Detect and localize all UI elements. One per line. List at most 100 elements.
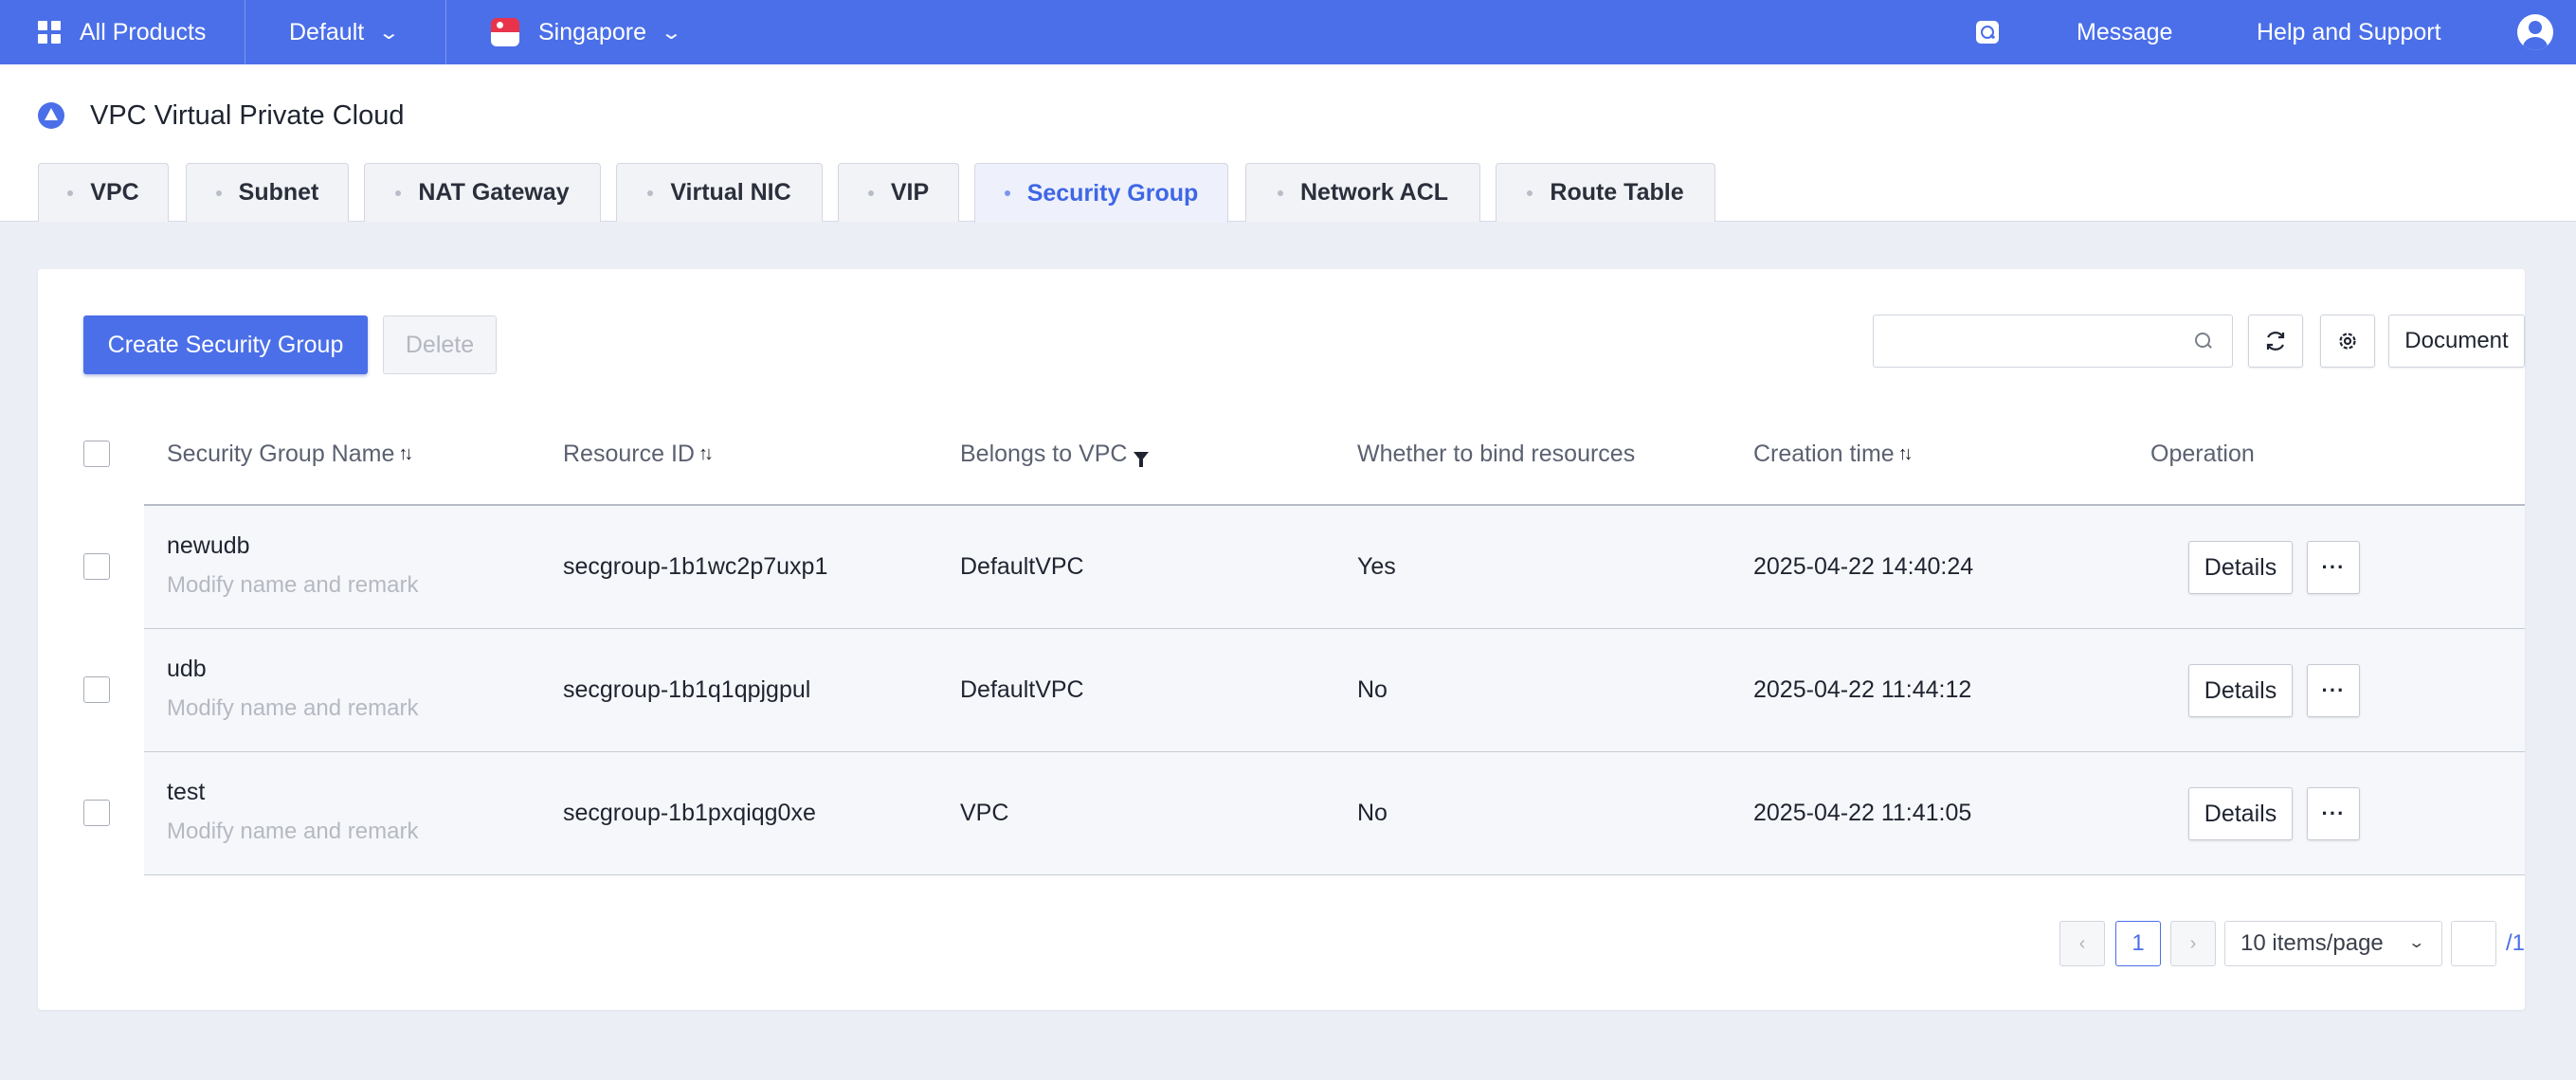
- page-size-select[interactable]: 10 items/page ⌄: [2224, 921, 2442, 966]
- page-title: VPC Virtual Private Cloud: [90, 100, 405, 131]
- tab-security-group[interactable]: Security Group: [974, 163, 1228, 223]
- row-checkbox[interactable]: [83, 553, 110, 580]
- tab-subnet[interactable]: Subnet: [186, 163, 349, 222]
- column-header-resource-id[interactable]: Resource ID ↑↓: [563, 441, 714, 468]
- resource-id: secgroup-1b1q1qpjgpul: [563, 676, 811, 703]
- table-row: newudb Modify name and remark secgroup-1…: [144, 506, 2525, 629]
- resource-id: secgroup-1b1pxqiqg0xe: [563, 800, 816, 826]
- refresh-button[interactable]: [2248, 315, 2303, 368]
- chevron-down-icon: ⌄: [377, 22, 401, 44]
- tab-nat-gateway[interactable]: NAT Gateway: [364, 163, 601, 222]
- select-all-checkbox[interactable]: [83, 441, 110, 467]
- more-options-button[interactable]: ···: [2307, 664, 2360, 717]
- sort-icon[interactable]: ↑↓: [398, 443, 413, 465]
- modify-name-remark-link[interactable]: Modify name and remark: [167, 695, 418, 722]
- resource-id: secgroup-1b1wc2p7uxp1: [563, 553, 828, 580]
- tab-label: VPC: [90, 179, 139, 206]
- details-button[interactable]: Details: [2188, 787, 2293, 840]
- previous-page-button[interactable]: ‹: [2059, 921, 2105, 966]
- ellipsis-icon: ···: [2321, 555, 2346, 579]
- tab-label: Network ACL: [1299, 179, 1449, 206]
- region-label: Singapore: [538, 18, 646, 45]
- tab-vpc[interactable]: VPC: [38, 163, 169, 222]
- row-checkbox[interactable]: [83, 800, 110, 826]
- all-products-menu[interactable]: All Products: [38, 0, 206, 64]
- sort-icon[interactable]: ↑↓: [698, 443, 714, 465]
- global-search-button[interactable]: [1976, 0, 1999, 64]
- search-icon[interactable]: [2195, 333, 2212, 350]
- next-page-button[interactable]: ›: [2170, 921, 2216, 966]
- message-label: Message: [2077, 18, 2173, 45]
- page-number-label: 1: [2132, 930, 2145, 956]
- tab-virtual-nic[interactable]: Virtual NIC: [616, 163, 823, 222]
- row-checkbox[interactable]: [83, 676, 110, 703]
- help-label: Help and Support: [2257, 18, 2441, 45]
- sort-icon[interactable]: ↑↓: [1898, 443, 1914, 465]
- vpc-name: VPC: [960, 800, 1009, 826]
- page-jump-input[interactable]: [2451, 921, 2496, 966]
- tab-label: NAT Gateway: [418, 179, 570, 206]
- project-label: Default: [289, 18, 365, 45]
- topbar-divider: [445, 0, 446, 64]
- bind-status: Yes: [1357, 553, 1396, 580]
- tab-route-table[interactable]: Route Table: [1496, 163, 1715, 222]
- tab-vip[interactable]: VIP: [838, 163, 959, 222]
- total-pages: /1: [2506, 930, 2526, 956]
- security-group-name[interactable]: newudb: [167, 532, 250, 560]
- avatar-icon: [2517, 14, 2553, 50]
- security-group-panel: Create Security Group Delete Document Se…: [38, 269, 2525, 1010]
- details-button[interactable]: Details: [2188, 541, 2293, 594]
- security-group-name[interactable]: udb: [167, 656, 207, 683]
- chevron-down-icon: ⌄: [2406, 935, 2425, 951]
- tab-label: Security Group: [1026, 179, 1199, 207]
- project-selector[interactable]: Default ⌄: [289, 0, 401, 64]
- tab-dot-icon: [1004, 190, 1010, 196]
- page-number-button[interactable]: 1: [2115, 921, 2161, 966]
- top-navigation-bar: All Products Default ⌄ Singapore ⌄ Messa…: [0, 0, 2576, 64]
- chevron-left-icon: ‹: [2078, 932, 2086, 954]
- help-support-link[interactable]: Help and Support: [2257, 0, 2441, 64]
- table-row: test Modify name and remark secgroup-1b1…: [144, 752, 2525, 875]
- table-row: udb Modify name and remark secgroup-1b1q…: [144, 629, 2525, 752]
- creation-time: 2025-04-22 14:40:24: [1753, 553, 1974, 580]
- column-header-created[interactable]: Creation time ↑↓: [1753, 441, 1914, 468]
- tab-dot-icon: [867, 189, 874, 196]
- ellipsis-icon: ···: [2321, 801, 2346, 825]
- tab-label: Virtual NIC: [670, 179, 791, 206]
- tab-label: VIP: [890, 179, 930, 206]
- tab-dot-icon: [1527, 189, 1533, 196]
- creation-time: 2025-04-22 11:44:12: [1753, 676, 1972, 703]
- vpc-product-icon: [38, 102, 64, 129]
- column-header-label: Creation time: [1753, 441, 1895, 467]
- modify-name-remark-link[interactable]: Modify name and remark: [167, 819, 418, 845]
- tab-dot-icon: [67, 189, 74, 196]
- column-header-bind: Whether to bind resources: [1357, 441, 1635, 468]
- delete-button[interactable]: Delete: [383, 315, 497, 374]
- settings-button[interactable]: [2320, 315, 2375, 368]
- page-header: VPC Virtual Private Cloud VPC Subnet NAT…: [0, 64, 2576, 223]
- user-avatar-button[interactable]: [2517, 0, 2553, 64]
- message-link[interactable]: Message: [2077, 0, 2172, 64]
- document-button[interactable]: Document: [2388, 315, 2525, 368]
- region-selector[interactable]: Singapore ⌄: [491, 0, 682, 64]
- column-header-name[interactable]: Security Group Name ↑↓: [167, 441, 413, 468]
- tab-dot-icon: [647, 189, 654, 196]
- more-options-button[interactable]: ···: [2307, 787, 2360, 840]
- search-input[interactable]: [1873, 315, 2233, 368]
- column-header-label: Security Group Name: [167, 441, 395, 467]
- filter-icon[interactable]: [1133, 451, 1149, 467]
- details-button[interactable]: Details: [2188, 664, 2293, 717]
- more-options-button[interactable]: ···: [2307, 541, 2360, 594]
- tab-label: Route Table: [1550, 179, 1684, 206]
- vpc-name: DefaultVPC: [960, 676, 1084, 703]
- modify-name-remark-link[interactable]: Modify name and remark: [167, 572, 418, 599]
- tab-dot-icon: [215, 189, 222, 196]
- tab-network-acl[interactable]: Network ACL: [1245, 163, 1480, 222]
- tab-label: Subnet: [238, 179, 319, 206]
- column-header-operation: Operation: [2150, 441, 2255, 468]
- create-security-group-button[interactable]: Create Security Group: [83, 315, 368, 374]
- security-group-name[interactable]: test: [167, 779, 205, 806]
- bind-status: No: [1357, 800, 1388, 826]
- column-header-vpc[interactable]: Belongs to VPC: [960, 441, 1149, 468]
- gear-icon: [2339, 333, 2356, 350]
